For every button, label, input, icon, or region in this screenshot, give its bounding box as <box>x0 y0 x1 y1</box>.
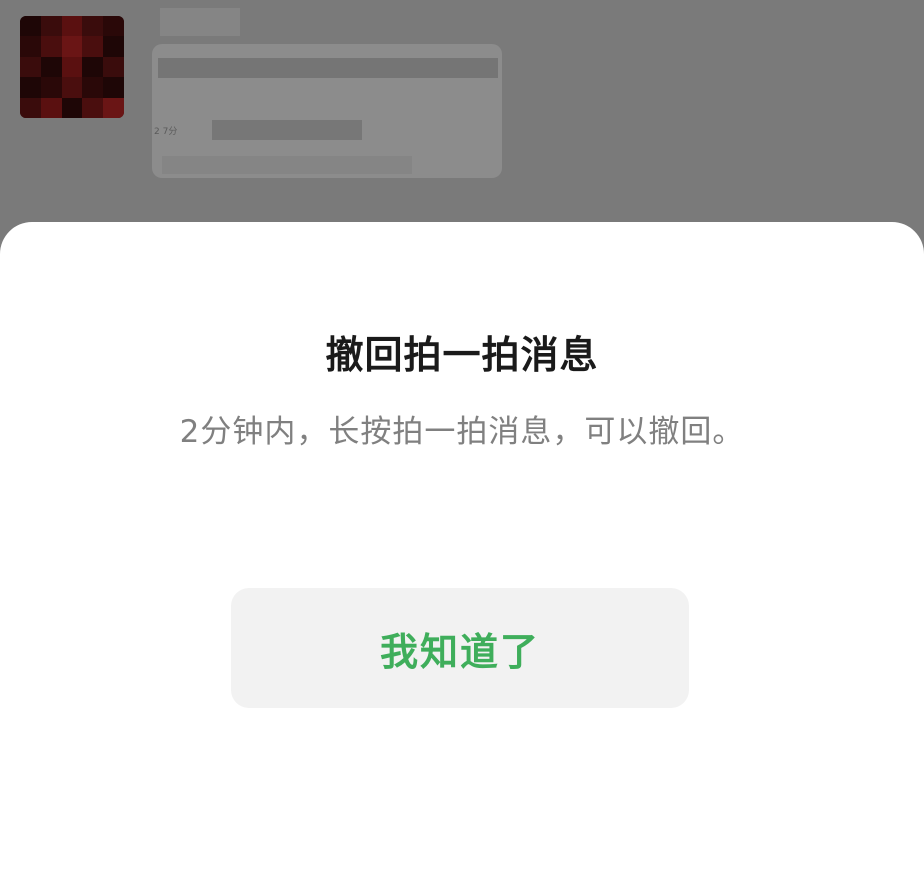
sender-name-blurred <box>160 8 240 36</box>
dialog-description: 2分钟内，长按拍一拍消息，可以撤回。 <box>179 414 745 450</box>
message-bubble[interactable] <box>152 44 502 178</box>
message-timestamp: 2 7分 <box>154 127 178 137</box>
message-text-blurred <box>162 156 412 174</box>
avatar[interactable] <box>20 16 124 118</box>
got-it-button[interactable]: 我知道了 <box>231 588 689 708</box>
dialog-title: 撤回拍一拍消息 <box>325 333 599 377</box>
chat-background: 2 7分 <box>0 0 924 240</box>
recall-pat-dialog: 撤回拍一拍消息 2分钟内，长按拍一拍消息，可以撤回。 我知道了 <box>0 222 924 882</box>
message-text-blurred <box>158 58 498 78</box>
message-text-blurred <box>212 120 362 140</box>
